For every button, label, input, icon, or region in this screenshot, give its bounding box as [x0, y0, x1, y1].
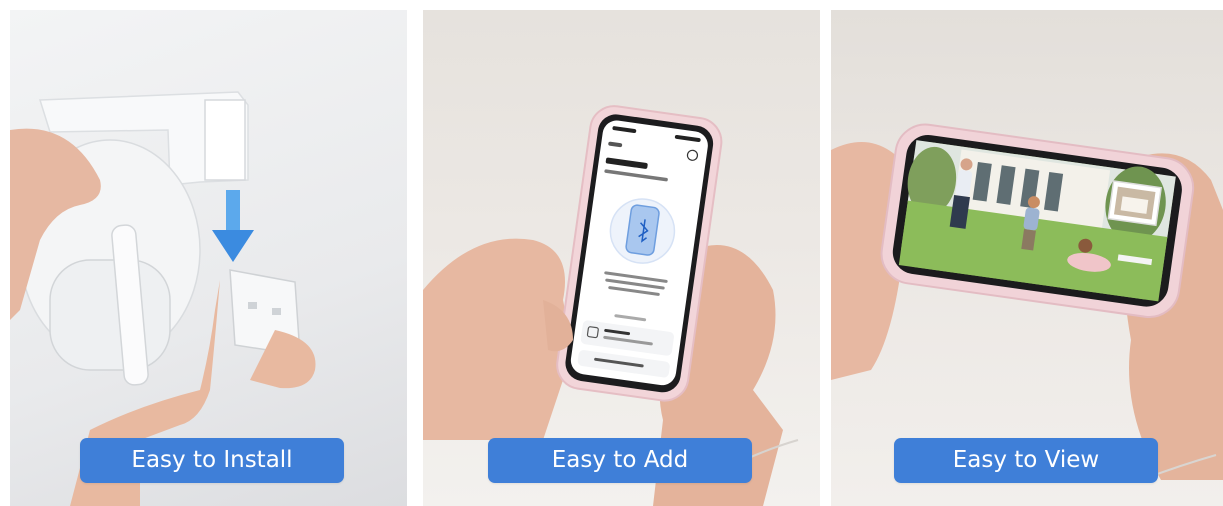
panel-view: Easy to View: [831, 10, 1223, 506]
install-photo: [10, 91, 316, 506]
caption-install: Easy to Install: [80, 438, 344, 483]
add-device-photo: [423, 105, 799, 506]
view-video-photo: [831, 123, 1223, 481]
panel-add: Easy to Add: [423, 10, 820, 506]
panel-install: Easy to Install: [10, 10, 407, 506]
caption-view: Easy to View: [894, 438, 1158, 483]
caption-add: Easy to Add: [488, 438, 752, 483]
